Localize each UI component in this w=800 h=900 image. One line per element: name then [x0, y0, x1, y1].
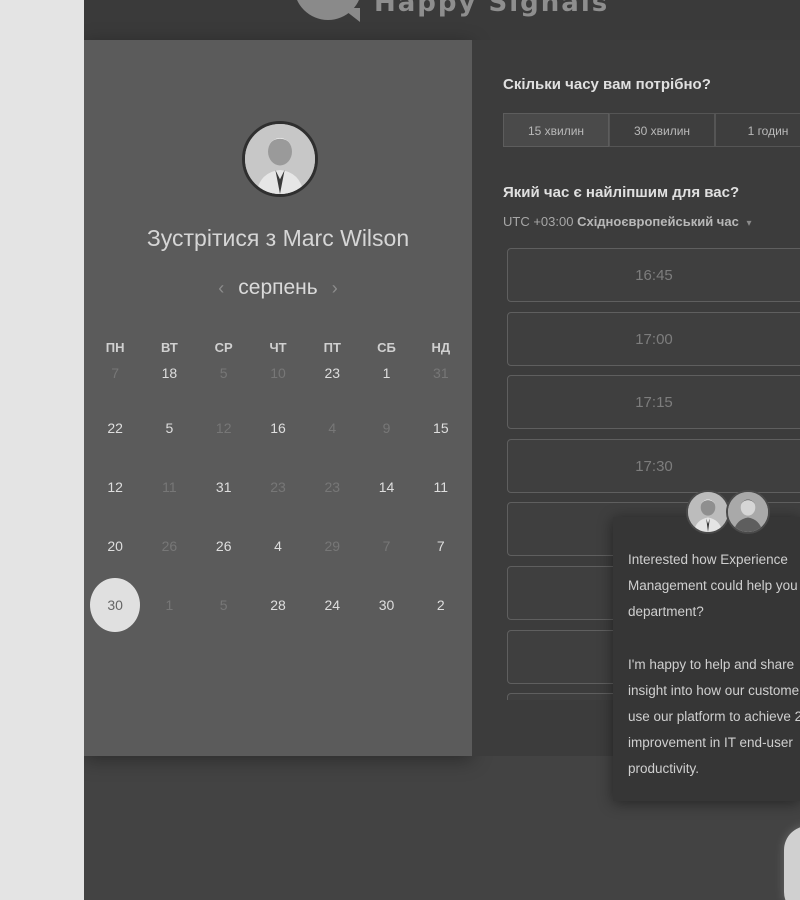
calendar-week: 30 1 5 28 24 30 2: [88, 578, 468, 655]
calendar-day: 1: [165, 597, 174, 613]
weekday-label: ПН: [105, 340, 125, 355]
chevron-right-icon[interactable]: ›: [332, 278, 338, 299]
calendar-day[interactable]: 24: [305, 570, 359, 655]
chat-line: I'm happy to help and share: [628, 656, 795, 672]
chat-message: Interested how Experience Management cou…: [628, 547, 800, 783]
calendar-day: 5: [219, 597, 228, 613]
chat-line: Interested how Experience: [628, 552, 788, 567]
brand-wordmark: Happy Signals: [374, 0, 610, 18]
chat-line: department?: [628, 604, 704, 620]
agent-avatar: [726, 490, 770, 534]
chat-line: improvement in IT end-user: [628, 735, 793, 751]
host-calendar-panel: Зустрітися з Marc Wilson ‹ серпень › ПН …: [84, 40, 472, 756]
time-slot[interactable]: 17:15: [507, 375, 800, 430]
weekday-label: ЧТ: [269, 340, 287, 355]
duration-question: Скільки часу вам потрібно?: [503, 76, 711, 93]
timezone-offset: UTC +03:00: [503, 214, 574, 229]
duration-option[interactable]: 30 хвилин: [609, 113, 715, 147]
time-slot[interactable]: 16:45: [507, 248, 800, 302]
agent-avatar: [686, 490, 730, 534]
chat-paragraph: Interested how Experience Management cou…: [628, 547, 800, 626]
calendar-day[interactable]: 2: [414, 570, 468, 655]
weekday-header-row: ПН ВТ СР ЧТ ПТ СБ НД: [88, 340, 468, 360]
time-slot[interactable]: 17:00: [507, 311, 800, 366]
month-label: серпень: [238, 276, 318, 299]
duration-option[interactable]: 1 годин: [715, 113, 800, 147]
top-header: Happy Signals: [84, 0, 800, 40]
calendar-day[interactable]: 30: [359, 570, 413, 655]
timezone-name: Східноєвропейський час: [577, 214, 739, 229]
chat-line: use our platform to achieve 2: [628, 709, 800, 725]
calendar-day[interactable]: 28: [251, 570, 305, 655]
calendar-grid: ПН ВТ СР ЧТ ПТ СБ НД 7 18 5 10 23 1 31 2…: [88, 340, 468, 655]
chevron-down-icon: ▾: [746, 218, 752, 229]
timezone-selector[interactable]: UTC +03:00 Східноєвропейський час ▾: [503, 214, 751, 229]
time-question: Який час є найліпшим для вас?: [503, 184, 740, 201]
weekday-label: ВТ: [161, 340, 178, 355]
chat-line: insight into how our custome: [628, 682, 800, 698]
chevron-left-icon[interactable]: ‹: [218, 278, 224, 299]
chat-line: productivity.: [628, 761, 700, 777]
calendar-day-selected[interactable]: 30: [88, 570, 142, 655]
host-avatar: [242, 121, 318, 197]
weekday-label: НД: [431, 340, 451, 355]
selected-day-label: 30: [90, 578, 141, 632]
meet-with-title: Зустрітися з Marc Wilson: [146, 225, 410, 251]
chat-popup[interactable]: Interested how Experience Management cou…: [613, 517, 800, 801]
chat-paragraph: I'm happy to help and share insight into…: [628, 652, 800, 783]
scheduler-page: Happy Signals Зустрітися з Marc Wilson ‹…: [84, 0, 800, 900]
duration-selector: 15 хвилин 30 хвилин 1 годин: [503, 113, 800, 147]
month-navigator: ‹ серпень ›: [84, 276, 472, 300]
weekday-label: ПТ: [323, 340, 341, 355]
time-slot[interactable]: 17:30: [507, 438, 800, 493]
weekday-label: СР: [214, 340, 233, 355]
duration-option[interactable]: 15 хвилин: [503, 113, 609, 147]
chat-line: Management could help you: [628, 578, 798, 594]
chat-launcher-button[interactable]: [784, 826, 800, 900]
weekday-label: СБ: [377, 340, 396, 355]
